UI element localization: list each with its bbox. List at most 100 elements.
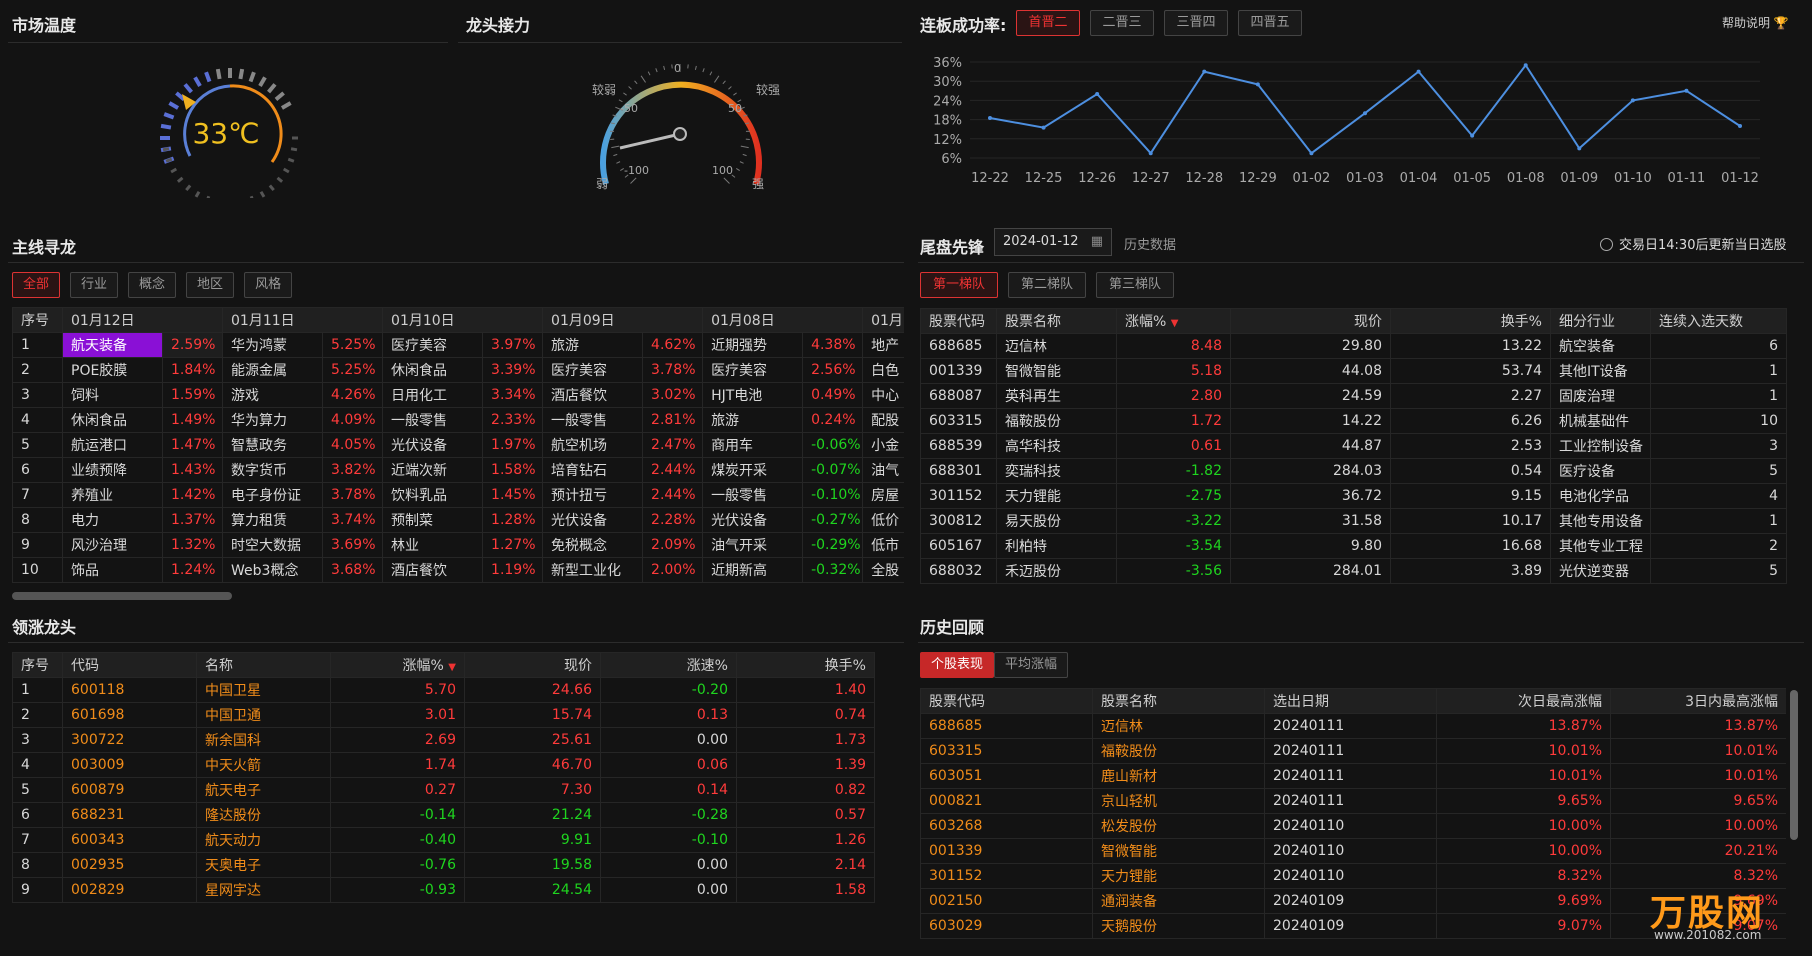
data-point[interactable] <box>1309 151 1314 156</box>
sector-name-cell[interactable]: 算力租赁 <box>222 507 324 533</box>
stock-name[interactable]: 松发股份 <box>1092 813 1265 839</box>
table-row[interactable]: 301152 天力锂能 -2.75 36.72 9.15 电池化学品 4 <box>920 483 1787 509</box>
data-point[interactable] <box>1577 146 1582 151</box>
tab-fourth-to-fifth[interactable]: 四晋五 <box>1238 10 1302 36</box>
tab-third-to-fourth[interactable]: 三晋四 <box>1164 10 1228 36</box>
table-row[interactable]: 9 002829 星网宇达 -0.93 24.54 0.00 1.58 <box>12 877 875 903</box>
stock-code[interactable]: 601698 <box>62 702 197 728</box>
sector-name-cell[interactable]: 光伏设备 <box>702 507 804 533</box>
tab-average-gain[interactable]: 平均涨幅 <box>994 652 1069 678</box>
sector-name-cell[interactable]: 一般零售 <box>702 482 804 508</box>
stock-name[interactable]: 禾迈股份 <box>996 558 1117 584</box>
sector-name-cell[interactable]: 酒店餐饮 <box>382 557 484 583</box>
sector-name-cell[interactable]: 近期新高 <box>702 557 804 583</box>
table-row[interactable]: 001339 智微智能 20240110 10.00% 20.21% <box>920 838 1786 864</box>
sector-name-cell[interactable]: 新型工业化 <box>542 557 644 583</box>
horizontal-scrollbar[interactable] <box>12 592 232 600</box>
sector-name-cell[interactable]: 近期强势 <box>702 332 804 358</box>
stock-name[interactable]: 星网宇达 <box>196 877 331 903</box>
sector-name-cell[interactable]: 全股 <box>862 557 904 583</box>
stock-code[interactable]: 001339 <box>920 838 1093 864</box>
sector-name-cell[interactable]: 养殖业 <box>62 482 163 508</box>
table-row[interactable]: 603315 福鞍股份 1.72 14.22 6.26 机械基础件 10 <box>920 408 1787 434</box>
sector-name-cell[interactable]: 一般零售 <box>542 407 644 433</box>
sector-name-cell[interactable]: 智慧政务 <box>222 432 324 458</box>
sector-name-cell[interactable]: 医疗美容 <box>382 332 484 358</box>
sector-name-cell[interactable]: 游戏 <box>222 382 324 408</box>
radio-icon[interactable] <box>1600 238 1613 251</box>
sector-name-cell[interactable]: 航天装备 <box>62 332 163 358</box>
stock-name[interactable]: 航天电子 <box>196 777 331 803</box>
table-row[interactable]: 5 航运港口 1.47% 智慧政务 4.05% 光伏设备 1.97% 航空机场 2.47% 商用车… <box>12 432 904 458</box>
stock-code[interactable]: 300722 <box>62 727 197 753</box>
stock-name[interactable]: 天力锂能 <box>996 483 1117 509</box>
stock-name[interactable]: 迈信林 <box>996 333 1117 359</box>
data-point[interactable] <box>1095 92 1100 96</box>
sector-name-cell[interactable]: 近端次新 <box>382 457 484 483</box>
stock-name[interactable]: 智微智能 <box>1092 838 1265 864</box>
sector-name-cell[interactable]: 低市 <box>862 532 904 558</box>
sector-name-cell[interactable]: 油气 <box>862 457 904 483</box>
stock-name[interactable]: 高华科技 <box>996 433 1117 459</box>
table-row[interactable]: 1 航天装备 2.59% 华为鸿蒙 5.25% 医疗美容 3.97% 旅游 4.62% 近期强势 4… <box>12 332 904 358</box>
sector-name-cell[interactable]: 煤炭开采 <box>702 457 804 483</box>
table-row[interactable]: 7 养殖业 1.42% 电子身份证 3.78% 饮料乳品 1.45% 预计扭亏 2.44% 一般零… <box>12 482 904 508</box>
sector-name-cell[interactable]: 饮料乳品 <box>382 482 484 508</box>
table-row[interactable]: 10 饰品 1.24% Web3概念 3.68% 酒店餐饮 1.19% 新型工业化 2.00% 近… <box>12 557 904 583</box>
sector-name-cell[interactable]: 预计扭亏 <box>542 482 644 508</box>
table-row[interactable]: 688301 奕瑞科技 -1.82 284.03 0.54 医疗设备 5 <box>920 458 1787 484</box>
table-row[interactable]: 6 业绩预降 1.43% 数字货币 3.82% 近端次新 1.58% 培育钻石 2.44% 煤炭开… <box>12 457 904 483</box>
tab-all[interactable]: 全部 <box>12 272 61 298</box>
stock-name[interactable]: 智微智能 <box>996 358 1117 384</box>
stock-name[interactable]: 天力锂能 <box>1092 863 1265 889</box>
stock-code[interactable]: 603268 <box>920 813 1093 839</box>
stock-code[interactable]: 000821 <box>920 788 1093 814</box>
table-row[interactable]: 2 601698 中国卫通 3.01 15.74 0.13 0.74 <box>12 702 875 728</box>
table-row[interactable]: 688685 迈信林 20240111 13.87% 13.87% <box>920 713 1786 739</box>
tab-concept[interactable]: 概念 <box>128 272 177 298</box>
table-row[interactable]: 4 休闲食品 1.49% 华为算力 4.09% 一般零售 2.33% 一般零售 2.81% 旅游 0… <box>12 407 904 433</box>
data-point[interactable] <box>1523 63 1528 68</box>
stock-name[interactable]: 航天动力 <box>196 827 331 853</box>
table-row[interactable]: 603315 福鞍股份 20240111 10.01% 10.01% <box>920 738 1786 764</box>
data-point[interactable] <box>1684 88 1689 93</box>
sector-name-cell[interactable]: 地产 <box>862 332 904 358</box>
table-row[interactable]: 688087 英科再生 2.80 24.59 2.27 固废治理 1 <box>920 383 1787 409</box>
stock-name[interactable]: 英科再生 <box>996 383 1117 409</box>
sector-name-cell[interactable]: 数字货币 <box>222 457 324 483</box>
sector-name-cell[interactable]: 能源金属 <box>222 357 324 383</box>
table-row[interactable]: 5 600879 航天电子 0.27 7.30 0.14 0.82 <box>12 777 875 803</box>
stock-code[interactable]: 301152 <box>920 863 1093 889</box>
table-row[interactable]: 688685 迈信林 8.48 29.80 13.22 航空装备 6 <box>920 333 1787 359</box>
table-row[interactable]: 688032 禾迈股份 -3.56 284.01 3.89 光伏逆变器 5 <box>920 558 1787 584</box>
sector-name-cell[interactable]: 酒店餐饮 <box>542 382 644 408</box>
stock-name[interactable]: 中天火箭 <box>196 752 331 778</box>
sector-name-cell[interactable]: 饲料 <box>62 382 163 408</box>
sector-name-cell[interactable]: 休闲食品 <box>62 407 163 433</box>
stock-code[interactable]: 603315 <box>920 738 1093 764</box>
col-change[interactable]: 涨幅% ▼ <box>330 652 465 678</box>
table-row[interactable]: 2 POE胶膜 1.84% 能源金属 5.25% 休闲食品 3.39% 医疗美容 3.78% 医疗… <box>12 357 904 383</box>
stock-code[interactable]: 002935 <box>62 852 197 878</box>
stock-code[interactable]: 600879 <box>62 777 197 803</box>
sector-name-cell[interactable]: 休闲食品 <box>382 357 484 383</box>
table-row[interactable]: 300812 易天股份 -3.22 31.58 10.17 其他专用设备 1 <box>920 508 1787 534</box>
tab-style[interactable]: 风格 <box>244 272 293 298</box>
stock-name[interactable]: 京山轻机 <box>1092 788 1265 814</box>
table-row[interactable]: 603051 鹿山新材 20240111 10.01% 10.01% <box>920 763 1786 789</box>
stock-code[interactable]: 688685 <box>920 713 1093 739</box>
table-row[interactable]: 3 饲料 1.59% 游戏 4.26% 日用化工 3.34% 酒店餐饮 3.02% HJT电池 0.… <box>12 382 904 408</box>
data-point[interactable] <box>1738 124 1742 128</box>
stock-name[interactable]: 福鞍股份 <box>1092 738 1265 764</box>
sector-name-cell[interactable]: 医疗美容 <box>702 357 804 383</box>
stock-name[interactable]: 天鹅股份 <box>1092 913 1265 939</box>
stock-name[interactable]: 隆达股份 <box>196 802 331 828</box>
stock-name[interactable]: 鹿山新材 <box>1092 763 1265 789</box>
stock-name[interactable]: 天奥电子 <box>196 852 331 878</box>
data-point[interactable] <box>1363 111 1367 116</box>
stock-code[interactable]: 600118 <box>62 677 197 703</box>
sector-name-cell[interactable]: 航运港口 <box>62 432 163 458</box>
table-row[interactable]: 000821 京山轻机 20240111 9.65% 9.65% <box>920 788 1786 814</box>
tab-tier-3[interactable]: 第三梯队 <box>1096 272 1174 298</box>
sector-name-cell[interactable]: 林业 <box>382 532 484 558</box>
